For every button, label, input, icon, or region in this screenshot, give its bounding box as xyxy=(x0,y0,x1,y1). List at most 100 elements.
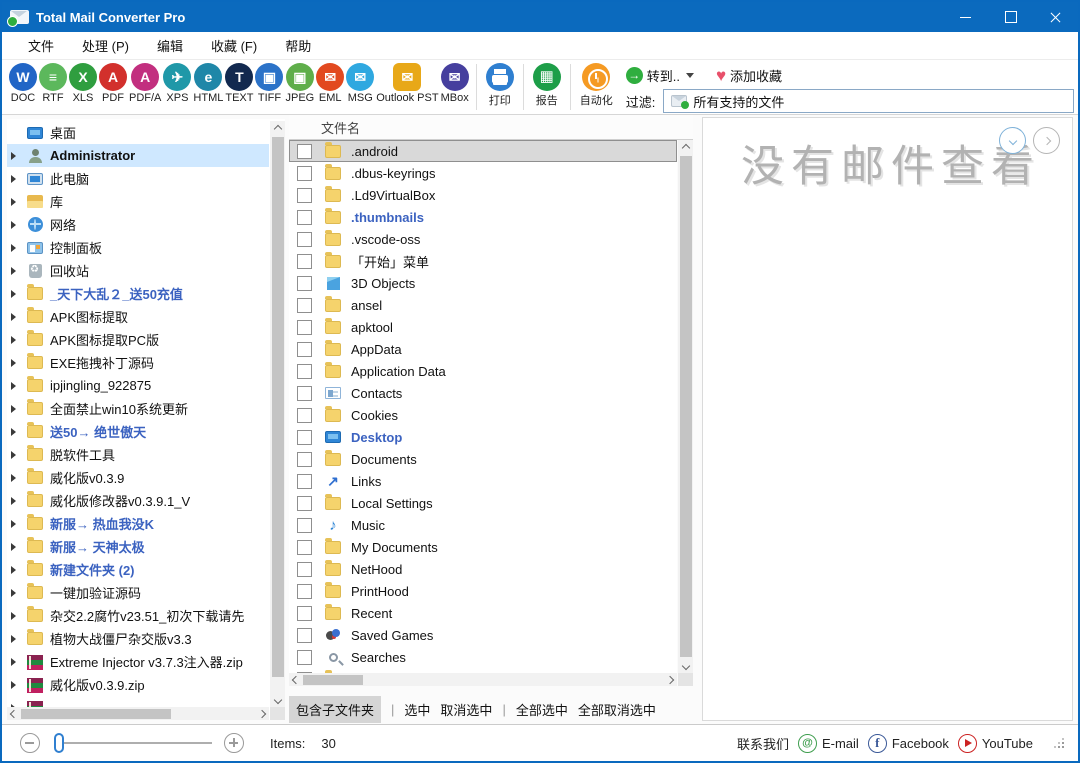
tree-item[interactable]: 新服→ 热血我没K xyxy=(7,512,269,535)
file-row[interactable]: Local Settings xyxy=(289,492,677,514)
row-checkbox[interactable] xyxy=(297,650,312,665)
tree-item[interactable]: EXE拖拽补丁源码 xyxy=(7,351,269,374)
file-row[interactable]: Music xyxy=(289,514,677,536)
tree-item[interactable]: APK图标提取 xyxy=(7,305,269,328)
file-row[interactable]: Saved Games xyxy=(289,624,677,646)
file-row[interactable]: NetHood xyxy=(289,558,677,580)
row-checkbox[interactable] xyxy=(297,386,312,401)
file-row[interactable]: ansel xyxy=(289,294,677,316)
scroll-right-button[interactable] xyxy=(663,673,677,686)
maximize-button[interactable] xyxy=(988,2,1033,32)
file-row[interactable]: Links xyxy=(289,470,677,492)
tree-item[interactable]: _天下大乱２_送50充值 xyxy=(7,282,269,305)
row-checkbox[interactable] xyxy=(297,584,312,599)
expand-arrow-icon[interactable] xyxy=(11,612,24,620)
row-checkbox[interactable] xyxy=(297,452,312,467)
scrollbar-thumb[interactable] xyxy=(680,156,692,657)
menu-help[interactable]: 帮助 xyxy=(275,32,321,59)
file-row[interactable]: .Ld9VirtualBox xyxy=(289,184,677,206)
row-checkbox[interactable] xyxy=(297,606,312,621)
uncheck-button[interactable]: 取消选中 xyxy=(440,700,492,719)
zoom-slider-handle[interactable] xyxy=(54,733,64,753)
tree-item[interactable]: 脱软件工具 xyxy=(7,443,269,466)
preview-next-button[interactable] xyxy=(1033,127,1060,154)
format-button-mbox[interactable]: ✉MBox xyxy=(441,63,469,104)
file-row[interactable]: 「开始」菜单 xyxy=(289,250,677,272)
preview-collapse-button[interactable] xyxy=(999,127,1026,154)
menu-edit[interactable]: 编辑 xyxy=(147,32,193,59)
row-checkbox[interactable] xyxy=(297,254,312,269)
row-checkbox[interactable] xyxy=(297,320,312,335)
expand-arrow-icon[interactable] xyxy=(11,313,24,321)
tree-item[interactable]: 一键加验证源码 xyxy=(7,581,269,604)
scrollbar-thumb[interactable] xyxy=(303,675,363,685)
row-checkbox[interactable] xyxy=(297,408,312,423)
file-row[interactable]: .thumbnails xyxy=(289,206,677,228)
menu-favorites[interactable]: 收藏 (F) xyxy=(201,32,267,59)
format-button-html[interactable]: eHTML xyxy=(193,63,223,104)
tree-item[interactable]: Extreme Injector v3.7.3注入器.zip xyxy=(7,650,269,673)
filename-column-header[interactable]: 文件名 xyxy=(321,118,360,137)
format-button-text[interactable]: TTEXT xyxy=(225,63,253,104)
automate-button[interactable]: 自动化 xyxy=(580,63,613,108)
list-vertical-scrollbar[interactable] xyxy=(678,140,693,673)
row-checkbox[interactable] xyxy=(297,276,312,291)
file-row[interactable]: 3D Objects xyxy=(289,272,677,294)
expand-arrow-icon[interactable] xyxy=(11,244,24,252)
expand-arrow-icon[interactable] xyxy=(11,635,24,643)
tree-item[interactable]: 威化版修改器v0.3.9.1_V xyxy=(7,489,269,512)
format-button-outlook-pst[interactable]: ✉Outlook PST xyxy=(376,63,438,104)
tree-item[interactable]: 新服→ 天神太极 xyxy=(7,535,269,558)
file-row[interactable]: Application Data xyxy=(289,360,677,382)
expand-arrow-icon[interactable] xyxy=(11,405,24,413)
file-row[interactable]: Recent xyxy=(289,602,677,624)
expand-arrow-icon[interactable] xyxy=(11,451,24,459)
tree-item[interactable]: 送50→ 绝世傲天 xyxy=(7,420,269,443)
row-checkbox[interactable] xyxy=(297,166,312,181)
row-checkbox[interactable] xyxy=(297,210,312,225)
tree-item[interactable]: 网络 xyxy=(7,213,269,236)
format-button-pdf[interactable]: APDF xyxy=(99,63,127,104)
minimize-button[interactable] xyxy=(943,2,988,32)
expand-arrow-icon[interactable] xyxy=(11,336,24,344)
scrollbar-thumb[interactable] xyxy=(272,137,284,677)
contact-us-link[interactable]: 联系我们 xyxy=(737,734,789,753)
scroll-down-button[interactable] xyxy=(270,692,285,707)
filter-combobox[interactable]: 所有支持的文件 xyxy=(663,89,1074,113)
tree-item[interactable]: 桌面 xyxy=(7,121,269,144)
file-list-header[interactable]: 文件名 xyxy=(289,115,693,140)
scroll-up-button[interactable] xyxy=(678,140,693,155)
expand-arrow-icon[interactable] xyxy=(11,658,24,666)
expand-arrow-icon[interactable] xyxy=(11,290,24,298)
expand-arrow-icon[interactable] xyxy=(11,152,24,160)
tree-item[interactable]: APK图标提取PC版 xyxy=(7,328,269,351)
facebook-link[interactable]: f Facebook xyxy=(868,734,949,753)
scroll-down-button[interactable] xyxy=(678,658,693,673)
scroll-right-button[interactable] xyxy=(255,707,269,720)
tree-horizontal-scrollbar[interactable] xyxy=(7,707,269,720)
expand-arrow-icon[interactable] xyxy=(11,543,24,551)
tree-item[interactable]: Administrator xyxy=(7,144,269,167)
row-checkbox[interactable] xyxy=(297,144,312,159)
file-row[interactable]: PrintHood xyxy=(289,580,677,602)
expand-arrow-icon[interactable] xyxy=(11,221,24,229)
tree-item[interactable]: 威化版v0.3.9.zip xyxy=(7,673,269,696)
row-checkbox[interactable] xyxy=(297,496,312,511)
file-row[interactable]: Searches xyxy=(289,646,677,668)
expand-arrow-icon[interactable] xyxy=(11,474,24,482)
tree-vertical-scrollbar[interactable] xyxy=(270,121,285,707)
file-row[interactable]: Documents xyxy=(289,448,677,470)
format-button-rtf[interactable]: ≡RTF xyxy=(39,63,67,104)
row-checkbox[interactable] xyxy=(297,298,312,313)
email-link[interactable]: @ E-mail xyxy=(798,734,859,753)
expand-arrow-icon[interactable] xyxy=(11,198,24,206)
tree-item[interactable]: 库 xyxy=(7,190,269,213)
row-checkbox[interactable] xyxy=(297,562,312,577)
format-button-tiff[interactable]: ▣TIFF xyxy=(255,63,283,104)
row-checkbox[interactable] xyxy=(297,188,312,203)
file-row[interactable]: Cookies xyxy=(289,404,677,426)
expand-arrow-icon[interactable] xyxy=(11,175,24,183)
file-row[interactable]: AppData xyxy=(289,338,677,360)
uncheck-all-button[interactable]: 全部取消选中 xyxy=(578,700,656,719)
row-checkbox[interactable] xyxy=(297,232,312,247)
